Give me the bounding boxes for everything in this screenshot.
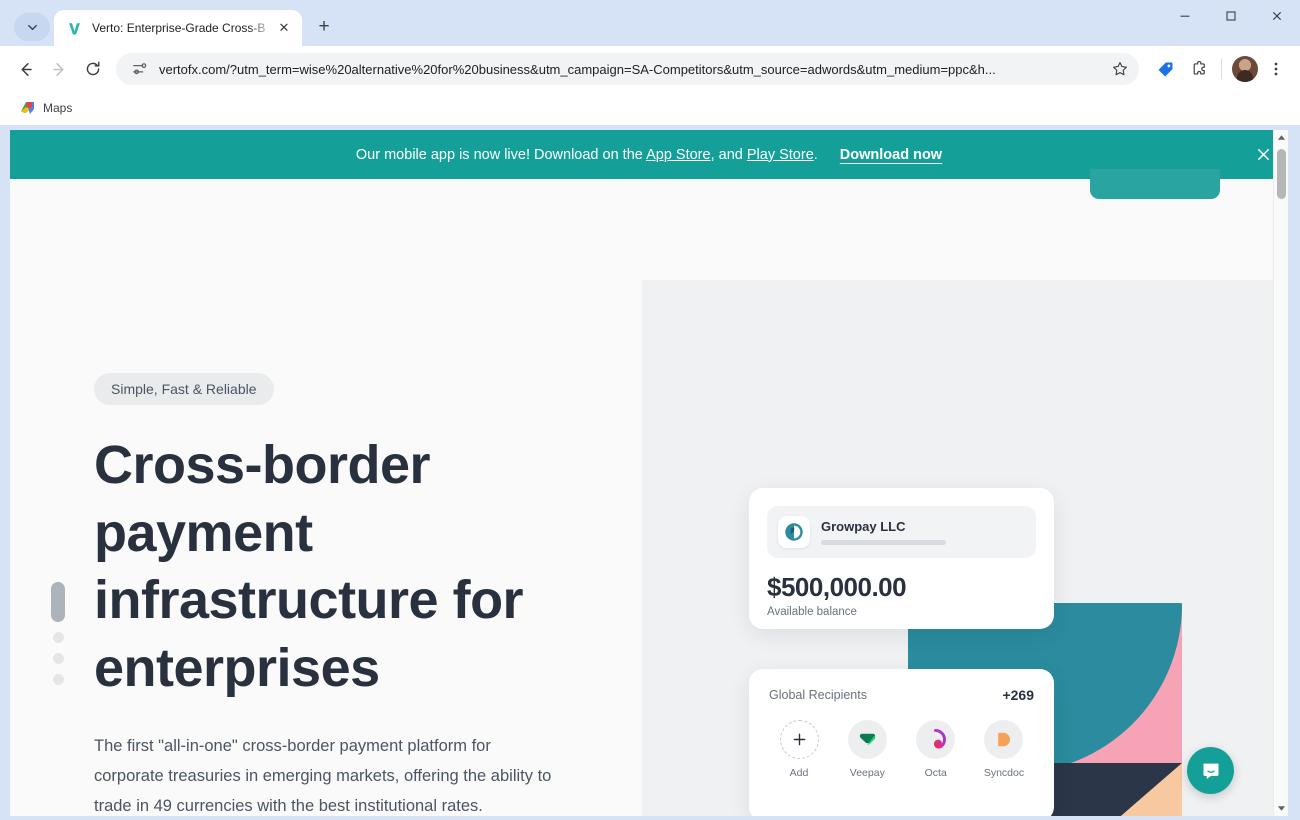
download-now-link[interactable]: Download now xyxy=(840,147,942,163)
recipient-label: Syncdoc xyxy=(983,767,1025,779)
browser-toolbar: vertofx.com/?utm_term=wise%20alternative… xyxy=(0,46,1300,92)
recipient-label: Veepay xyxy=(849,767,885,779)
scroll-down-button[interactable] xyxy=(1274,801,1288,816)
recipient-add[interactable]: Add xyxy=(769,720,829,779)
recipients-title: Global Recipients xyxy=(769,688,867,702)
recipient-label: Octa xyxy=(924,767,947,779)
page-title: Cross-border payment infrastructure for … xyxy=(94,435,524,698)
caret-down-icon xyxy=(1277,806,1285,811)
close-window-button[interactable] xyxy=(1254,0,1300,32)
hero-text-block: Simple, Fast & Reliable Cross-border pay… xyxy=(94,373,594,816)
toolbar-divider xyxy=(1221,59,1222,79)
app-store-link[interactable]: App Store xyxy=(646,147,711,163)
recipients-header: Global Recipients +269 xyxy=(769,687,1034,703)
recipients-count-badge: +269 xyxy=(1002,687,1034,703)
verto-favicon xyxy=(66,20,83,37)
profile-avatar[interactable] xyxy=(1232,56,1258,82)
recipient-octa[interactable]: Octa xyxy=(906,720,966,779)
scrollbar-thumb[interactable] xyxy=(1277,149,1286,199)
maximize-icon xyxy=(1226,11,1236,21)
page-scrollbar[interactable] xyxy=(1273,130,1288,816)
bookmark-star-icon[interactable] xyxy=(1107,56,1133,82)
play-store-link[interactable]: Play Store xyxy=(747,147,814,163)
scroll-up-button[interactable] xyxy=(1274,130,1288,145)
address-bar[interactable]: vertofx.com/?utm_term=wise%20alternative… xyxy=(116,53,1139,85)
reload-icon xyxy=(86,61,100,76)
carousel-dot[interactable] xyxy=(52,674,64,685)
google-maps-icon xyxy=(20,100,36,116)
new-tab-button[interactable]: + xyxy=(310,13,338,41)
recipients-list: Add Veepay Octa Syncdoc xyxy=(769,720,1034,779)
hero-chip: Simple, Fast & Reliable xyxy=(94,373,274,405)
website-content: Simple, Fast & Reliable Cross-border pay… xyxy=(10,169,1288,816)
recipient-label: Add xyxy=(789,767,809,779)
carousel-dot-active[interactable] xyxy=(51,582,65,622)
price-tracking-icon[interactable] xyxy=(1149,53,1181,85)
balance-card: Growpay LLC $500,000.00 Available balanc… xyxy=(749,488,1054,629)
scrollbar-track[interactable] xyxy=(1274,145,1288,801)
tab-search-button[interactable] xyxy=(14,13,50,41)
intercom-chat-icon xyxy=(1203,763,1218,779)
business-name: Growpay LLC xyxy=(821,519,906,534)
octa-logo-icon xyxy=(916,720,956,759)
business-placeholder-bar xyxy=(821,540,946,545)
reload-button[interactable] xyxy=(76,52,110,86)
browser-tab[interactable]: Verto: Enterprise-Grade Cross-B ✕ xyxy=(54,10,302,46)
recipients-card: Global Recipients +269 Add Veepay Octa S… xyxy=(749,669,1054,816)
tab-title: Verto: Enterprise-Grade Cross-B xyxy=(92,21,266,35)
page-viewport: Our mobile app is now live! Download on … xyxy=(10,130,1288,816)
minimize-icon xyxy=(1180,15,1190,17)
bookmark-maps[interactable]: Maps xyxy=(12,96,80,120)
carousel-dot[interactable] xyxy=(52,632,64,643)
back-arrow-icon xyxy=(20,62,32,76)
forward-button[interactable] xyxy=(42,52,76,86)
close-icon xyxy=(1272,11,1282,21)
maximize-button[interactable] xyxy=(1208,0,1254,32)
promo-text-before: Our mobile app is now live! Download on … xyxy=(355,146,647,163)
three-dot-menu-icon[interactable] xyxy=(1260,53,1292,85)
business-info: Growpay LLC xyxy=(821,519,1025,545)
bookmark-label: Maps xyxy=(43,101,73,115)
veepay-logo-icon xyxy=(847,720,887,759)
forward-arrow-icon xyxy=(52,62,64,76)
carousel-dot[interactable] xyxy=(52,653,64,664)
carousel-indicator[interactable] xyxy=(51,582,65,685)
caret-up-icon xyxy=(1277,135,1285,140)
close-icon xyxy=(1257,149,1269,160)
extensions-puzzle-icon[interactable] xyxy=(1183,53,1215,85)
balance-amount: $500,000.00 xyxy=(767,572,907,602)
browser-window: Verto: Enterprise-Grade Cross-B ✕ + vert… xyxy=(0,0,1300,820)
hero-description: The first "all-in-one" cross-border paym… xyxy=(94,737,552,816)
banner-close-button[interactable] xyxy=(1252,144,1274,166)
recipient-veepay[interactable]: Veepay xyxy=(837,720,897,779)
plus-icon xyxy=(779,720,819,759)
tune-icon[interactable] xyxy=(130,61,150,77)
minimize-button[interactable] xyxy=(1162,0,1208,32)
business-row: Growpay LLC xyxy=(767,506,1036,558)
promo-text-middle: , and xyxy=(710,146,747,163)
growpay-logo-icon xyxy=(778,516,810,548)
header-cta-button-partial[interactable] xyxy=(1090,169,1220,199)
balance-label: Available balance xyxy=(767,606,857,618)
bookmarks-bar: Maps xyxy=(0,92,1300,125)
tab-strip: Verto: Enterprise-Grade Cross-B ✕ + xyxy=(0,0,1300,46)
back-button[interactable] xyxy=(8,52,42,86)
recipient-syncdoc[interactable]: Syncdoc xyxy=(974,720,1034,779)
window-controls xyxy=(1162,0,1300,46)
chevron-down-icon xyxy=(27,24,37,30)
url-text[interactable]: vertofx.com/?utm_term=wise%20alternative… xyxy=(159,62,1107,77)
promo-text-after: . xyxy=(813,146,818,163)
promo-banner-text: Our mobile app is now live! Download on … xyxy=(356,147,818,163)
chat-widget-button[interactable] xyxy=(1187,747,1234,794)
tab-close-icon[interactable]: ✕ xyxy=(274,18,294,38)
syncdoc-logo-icon xyxy=(984,720,1024,759)
